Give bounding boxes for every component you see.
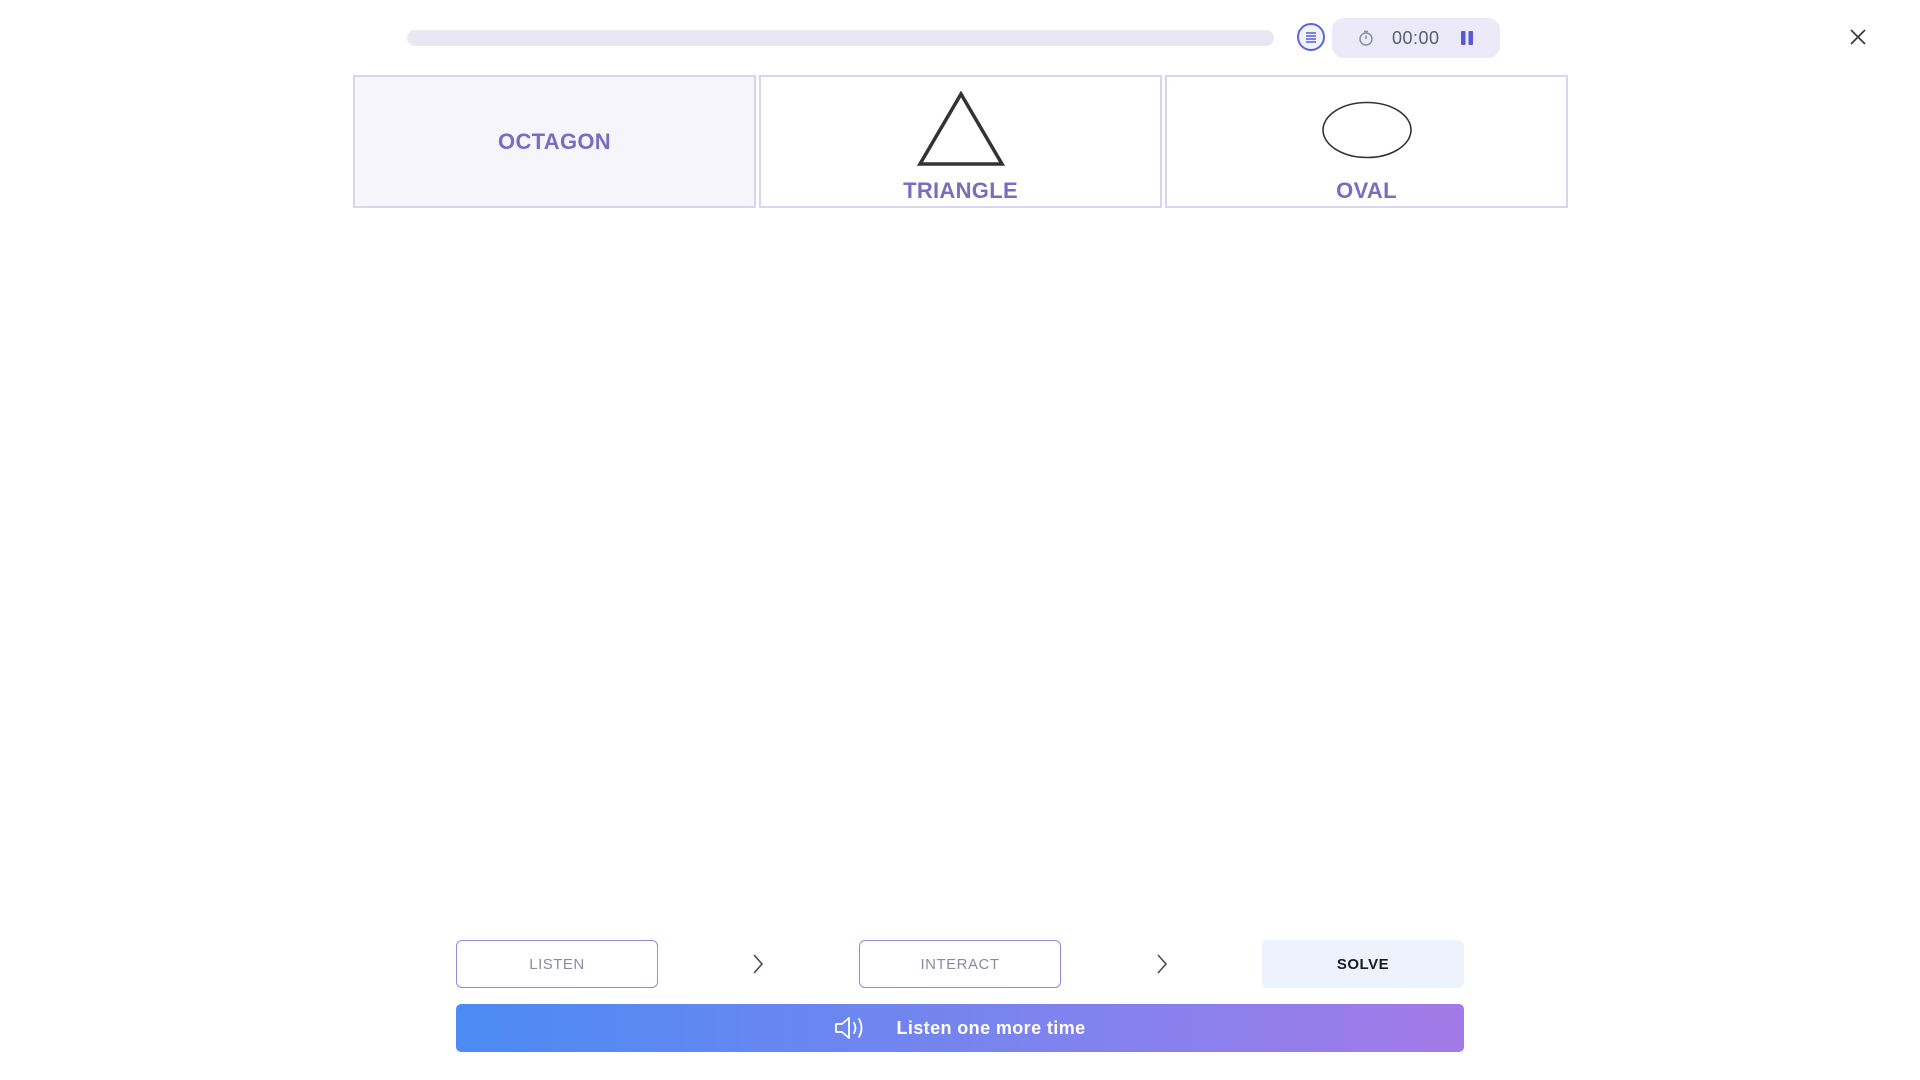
answer-cards: OCTAGON TRIANGLE OVAL xyxy=(353,75,1568,208)
step-solve[interactable]: SOLVE xyxy=(1262,940,1464,988)
card-label: TRIANGLE xyxy=(903,178,1018,203)
card-label: OVAL xyxy=(1336,178,1397,203)
app-root: 00:00 OCTAGON TRIANGLE OVAL LISTEN INTER… xyxy=(0,0,1920,1080)
pause-icon xyxy=(1461,31,1473,45)
progress-bar xyxy=(407,30,1274,46)
timer-display: 00:00 xyxy=(1392,28,1440,48)
step-indicator: LISTEN INTERACT SOLVE xyxy=(456,940,1464,988)
close-icon xyxy=(1850,29,1866,45)
speaker-icon xyxy=(834,1015,866,1041)
triangle-shape xyxy=(761,91,1160,175)
list-icon xyxy=(1306,32,1316,43)
listen-again-label: Listen one more time xyxy=(896,1017,1086,1038)
pause-button[interactable] xyxy=(1456,28,1478,48)
oval-shape xyxy=(1167,91,1566,175)
card-triangle[interactable]: TRIANGLE xyxy=(759,75,1162,208)
step-interact[interactable]: INTERACT xyxy=(859,940,1061,988)
listen-again-button[interactable]: Listen one more time xyxy=(456,1004,1464,1052)
stopwatch-icon xyxy=(1356,28,1376,48)
card-octagon[interactable]: OCTAGON xyxy=(353,75,756,208)
chevron-right-icon xyxy=(1151,953,1173,975)
step-listen[interactable]: LISTEN xyxy=(456,940,658,988)
card-oval[interactable]: OVAL xyxy=(1165,75,1568,208)
list-button[interactable] xyxy=(1297,23,1325,51)
close-button[interactable] xyxy=(1845,24,1871,50)
chevron-right-icon xyxy=(747,953,769,975)
card-label: OCTAGON xyxy=(498,129,611,154)
timer-pill: 00:00 xyxy=(1332,18,1500,58)
